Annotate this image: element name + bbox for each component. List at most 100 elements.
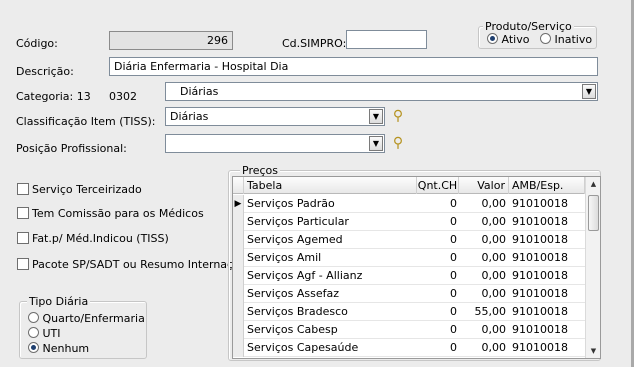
- table-row[interactable]: Serviços Agf - Allianz 0 0,00 91010018: [233, 267, 585, 285]
- cell-valor[interactable]: 55,00: [459, 303, 507, 321]
- posicao-combo[interactable]: ▼: [165, 134, 385, 153]
- descricao-label: Descrição:: [16, 65, 74, 78]
- cell-tabela[interactable]: Serviços Agf - Allianz: [247, 267, 415, 285]
- checkbox-icon: [17, 258, 29, 270]
- cell-tabela[interactable]: Serviços Assefaz: [247, 285, 415, 303]
- ativo-radio[interactable]: Ativo: [487, 33, 529, 46]
- grid-scrollbar[interactable]: ▲ ▼: [585, 177, 600, 358]
- binoculars-icon[interactable]: ⚲: [389, 107, 407, 125]
- classificacao-combo[interactable]: Diárias ▼: [165, 107, 385, 126]
- current-row-arrow-icon: ▶: [233, 195, 244, 213]
- table-row[interactable]: Serviços Amil 0 0,00 91010018: [233, 249, 585, 267]
- cell-valor[interactable]: 0,00: [459, 321, 507, 339]
- checkbox-icon: [17, 232, 29, 244]
- tipo-nenhum-label: Nenhum: [42, 342, 90, 355]
- row-indicator: [233, 321, 244, 339]
- cell-valor[interactable]: 0,00: [459, 195, 507, 213]
- posicao-label: Posição Profissional:: [16, 142, 127, 155]
- inativo-radio[interactable]: Inativo: [540, 33, 592, 46]
- inativo-label: Inativo: [554, 33, 593, 46]
- chevron-down-icon[interactable]: ▼: [369, 109, 383, 124]
- row-indicator: [233, 213, 244, 231]
- radio-checked-icon: [487, 33, 498, 44]
- tipo-quarto-label: Quarto/Enfermaria: [42, 312, 145, 325]
- cell-amb[interactable]: 91010018: [512, 321, 584, 339]
- binoculars-icon[interactable]: ⚲: [389, 134, 407, 152]
- classificacao-value: Diárias: [170, 110, 209, 123]
- cell-tabela[interactable]: Serviços Amil: [247, 249, 415, 267]
- checkbox-icon: [17, 207, 29, 219]
- cell-amb[interactable]: 91010018: [512, 285, 584, 303]
- cell-amb[interactable]: 91010018: [512, 339, 584, 357]
- precos-grid[interactable]: Tabela Qnt.CH Valor AMB/Esp. ▶ Serviços P…: [232, 176, 601, 359]
- scroll-up-icon[interactable]: ▲: [586, 177, 600, 191]
- cell-tabela[interactable]: Serviços Capesaúde: [247, 339, 415, 357]
- cell-qntch[interactable]: 0: [417, 213, 457, 231]
- categoria-label: Categoria: 13: [16, 90, 91, 103]
- scroll-down-icon[interactable]: ▼: [586, 344, 600, 358]
- tipo-uti-radio[interactable]: UTI: [28, 327, 61, 340]
- cell-tabela[interactable]: Serviços Cabesp: [247, 321, 415, 339]
- cell-tabela[interactable]: Serviços Bradesco: [247, 303, 415, 321]
- scroll-thumb[interactable]: [588, 195, 599, 231]
- cell-valor[interactable]: 0,00: [459, 231, 507, 249]
- cell-valor[interactable]: 0,00: [459, 339, 507, 357]
- cell-qntch[interactable]: 0: [417, 321, 457, 339]
- classificacao-label: Classificação Item (TISS):: [16, 115, 156, 128]
- header-amb[interactable]: AMB/Esp.: [509, 177, 585, 194]
- cdsimpro-label: Cd.SIMPRO:: [282, 37, 347, 50]
- cell-amb[interactable]: 91010018: [512, 303, 584, 321]
- codigo-label: Código:: [16, 37, 58, 50]
- header-qntch[interactable]: Qnt.CH: [417, 177, 459, 194]
- cell-amb[interactable]: 91010018: [512, 267, 584, 285]
- row-indicator: [233, 303, 244, 321]
- cell-valor[interactable]: 0,00: [459, 267, 507, 285]
- table-row[interactable]: Serviços Agemed 0 0,00 91010018: [233, 231, 585, 249]
- cell-qntch[interactable]: 0: [417, 231, 457, 249]
- cell-amb[interactable]: 91010018: [512, 195, 584, 213]
- table-row[interactable]: Serviços Assefaz 0 0,00 91010018: [233, 285, 585, 303]
- cdsimpro-input[interactable]: [346, 30, 427, 49]
- cell-qntch[interactable]: 0: [417, 339, 457, 357]
- cell-qntch[interactable]: 0: [417, 249, 457, 267]
- header-tabela[interactable]: Tabela: [244, 177, 417, 194]
- table-row[interactable]: Serviços Capesaúde 0 0,00 91010018: [233, 339, 585, 357]
- cell-tabela[interactable]: Serviços Padrão: [247, 195, 415, 213]
- cell-tabela[interactable]: Serviços Agemed: [247, 231, 415, 249]
- chevron-down-icon[interactable]: ▼: [369, 136, 383, 151]
- tipo-quarto-radio[interactable]: Quarto/Enfermaria: [28, 312, 145, 325]
- categoria-value: Diárias: [180, 85, 219, 98]
- table-row[interactable]: Serviços Bradesco 0 55,00 91010018: [233, 303, 585, 321]
- cell-amb[interactable]: 91010018: [512, 249, 584, 267]
- categoria-code: 0302: [109, 90, 137, 103]
- table-row[interactable]: Serviços Particular 0 0,00 91010018: [233, 213, 585, 231]
- row-indicator: [233, 267, 244, 285]
- cell-valor[interactable]: 0,00: [459, 213, 507, 231]
- table-row[interactable]: Serviços Cabesp 0 0,00 91010018: [233, 321, 585, 339]
- cell-tabela[interactable]: Serviços Particular: [247, 213, 415, 231]
- cell-qntch[interactable]: 0: [417, 195, 457, 213]
- cell-valor[interactable]: 0,00: [459, 285, 507, 303]
- cell-valor[interactable]: 0,00: [459, 249, 507, 267]
- row-indicator: [233, 231, 244, 249]
- cell-qntch[interactable]: 0: [417, 285, 457, 303]
- pacote-checkbox[interactable]: Pacote SP/SADT ou Resumo Internação: [17, 258, 247, 271]
- cell-amb[interactable]: 91010018: [512, 213, 584, 231]
- cell-qntch[interactable]: 0: [417, 267, 457, 285]
- tem-comissao-checkbox[interactable]: Tem Comissão para os Médicos: [17, 207, 204, 220]
- header-valor[interactable]: Valor: [459, 177, 509, 194]
- radio-unchecked-icon: [540, 33, 551, 44]
- cell-amb[interactable]: 91010018: [512, 231, 584, 249]
- table-row[interactable]: ▶ Serviços Padrão 0 0,00 91010018: [233, 195, 585, 213]
- tipo-uti-label: UTI: [42, 327, 61, 340]
- descricao-input[interactable]: Diária Enfermaria - Hospital Dia: [109, 57, 598, 76]
- codigo-field[interactable]: 296: [109, 31, 233, 50]
- radio-unchecked-icon: [28, 327, 39, 338]
- radio-checked-icon: [28, 342, 39, 353]
- fat-med-indicou-checkbox[interactable]: Fat.p/ Méd.Indicou (TISS): [17, 232, 169, 245]
- tipo-nenhum-radio[interactable]: Nenhum: [28, 342, 89, 355]
- categoria-combo[interactable]: Diárias ▼: [165, 82, 598, 101]
- chevron-down-icon[interactable]: ▼: [582, 84, 596, 99]
- cell-qntch[interactable]: 0: [417, 303, 457, 321]
- servico-terceirizado-checkbox[interactable]: Serviço Terceirizado: [17, 183, 142, 196]
